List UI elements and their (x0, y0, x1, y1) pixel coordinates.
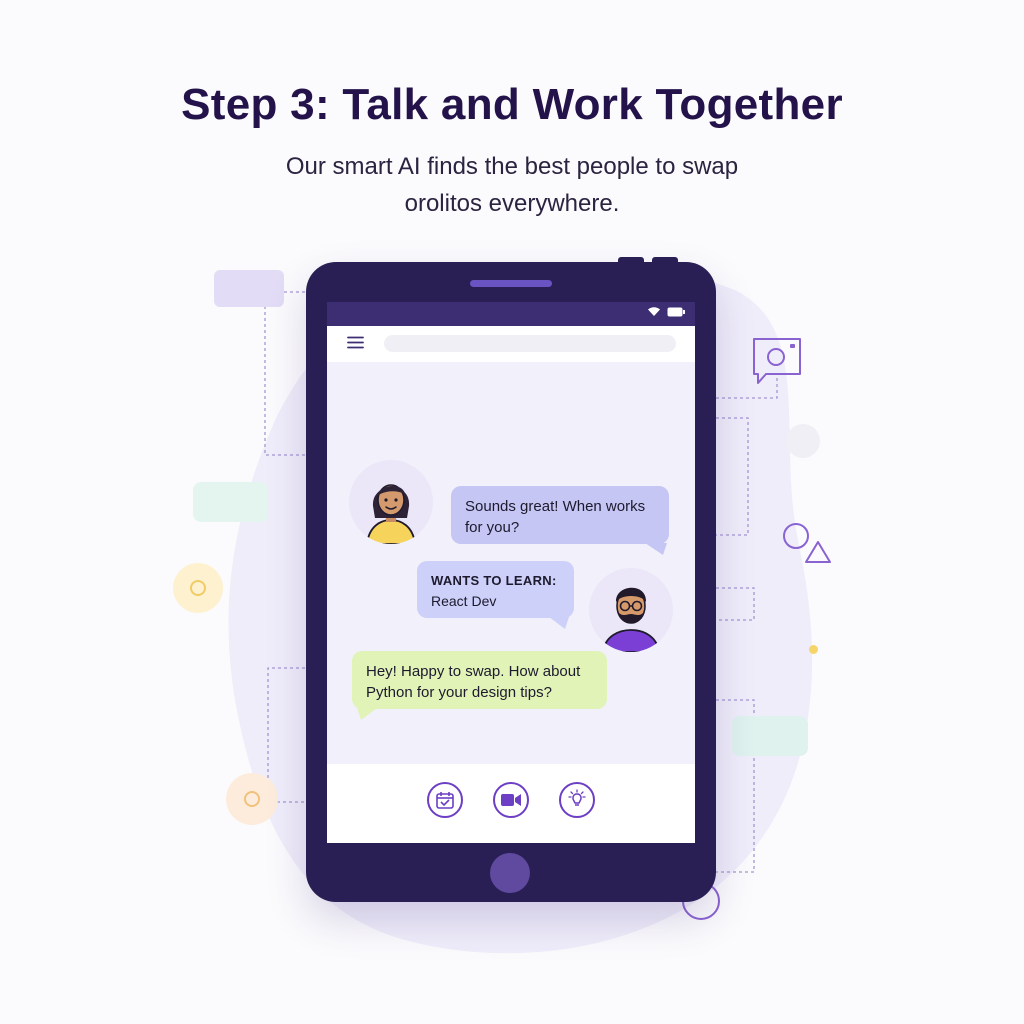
avatar-man (589, 568, 673, 652)
action-bar (327, 764, 695, 843)
bubble-tail (357, 708, 377, 720)
device-speaker (470, 280, 552, 287)
decorative-pill (193, 482, 268, 522)
page-title: Step 3: Talk and Work Together (181, 80, 843, 129)
decorative-ring (173, 563, 223, 613)
status-bar (327, 302, 695, 326)
device-side-button (618, 257, 644, 265)
photo-chat-icon (753, 338, 801, 384)
decorative-pill (732, 716, 808, 756)
decorative-pill (214, 270, 284, 307)
home-button[interactable] (490, 853, 530, 893)
shapes-icon (783, 523, 831, 563)
bubble-tail (549, 617, 569, 629)
bubble-tail (645, 543, 667, 555)
calendar-icon (436, 792, 454, 809)
avatar-woman (349, 460, 433, 544)
chat-bubble: WANTS TO LEARN: React Dev (417, 561, 574, 618)
device-screen: Sounds great! When works for you? WANTS … (327, 302, 695, 843)
idea-button[interactable] (559, 782, 595, 818)
page-subtitle: Our smart AI finds the best people to sw… (212, 148, 812, 222)
video-camera-icon (501, 794, 521, 806)
chat-bubble: Sounds great! When works for you? (451, 486, 669, 544)
video-call-button[interactable] (493, 782, 529, 818)
subtitle-line: Our smart AI finds the best people to sw… (285, 153, 739, 180)
decorative-circle (786, 424, 820, 458)
wifi-icon (648, 307, 660, 316)
app-bar (327, 326, 695, 362)
device-side-button (652, 257, 678, 265)
skill-label: WANTS TO LEARN: (431, 573, 557, 588)
search-bar[interactable] (384, 335, 676, 352)
chat-area: Sounds great! When works for you? WANTS … (327, 362, 695, 764)
calendar-button[interactable] (427, 782, 463, 818)
tablet-device: Sounds great! When works for you? WANTS … (306, 257, 716, 902)
decorative-ring (226, 773, 278, 825)
decorative-dot (809, 645, 818, 654)
menu-icon[interactable] (347, 336, 364, 349)
skill-value: React Dev (431, 593, 497, 609)
subtitle-line: orolitos everywhere. (404, 190, 620, 217)
lightbulb-icon (568, 789, 586, 806)
chat-bubble: Hey! Happy to swap. How about Python for… (352, 651, 607, 709)
battery-icon (667, 307, 685, 316)
